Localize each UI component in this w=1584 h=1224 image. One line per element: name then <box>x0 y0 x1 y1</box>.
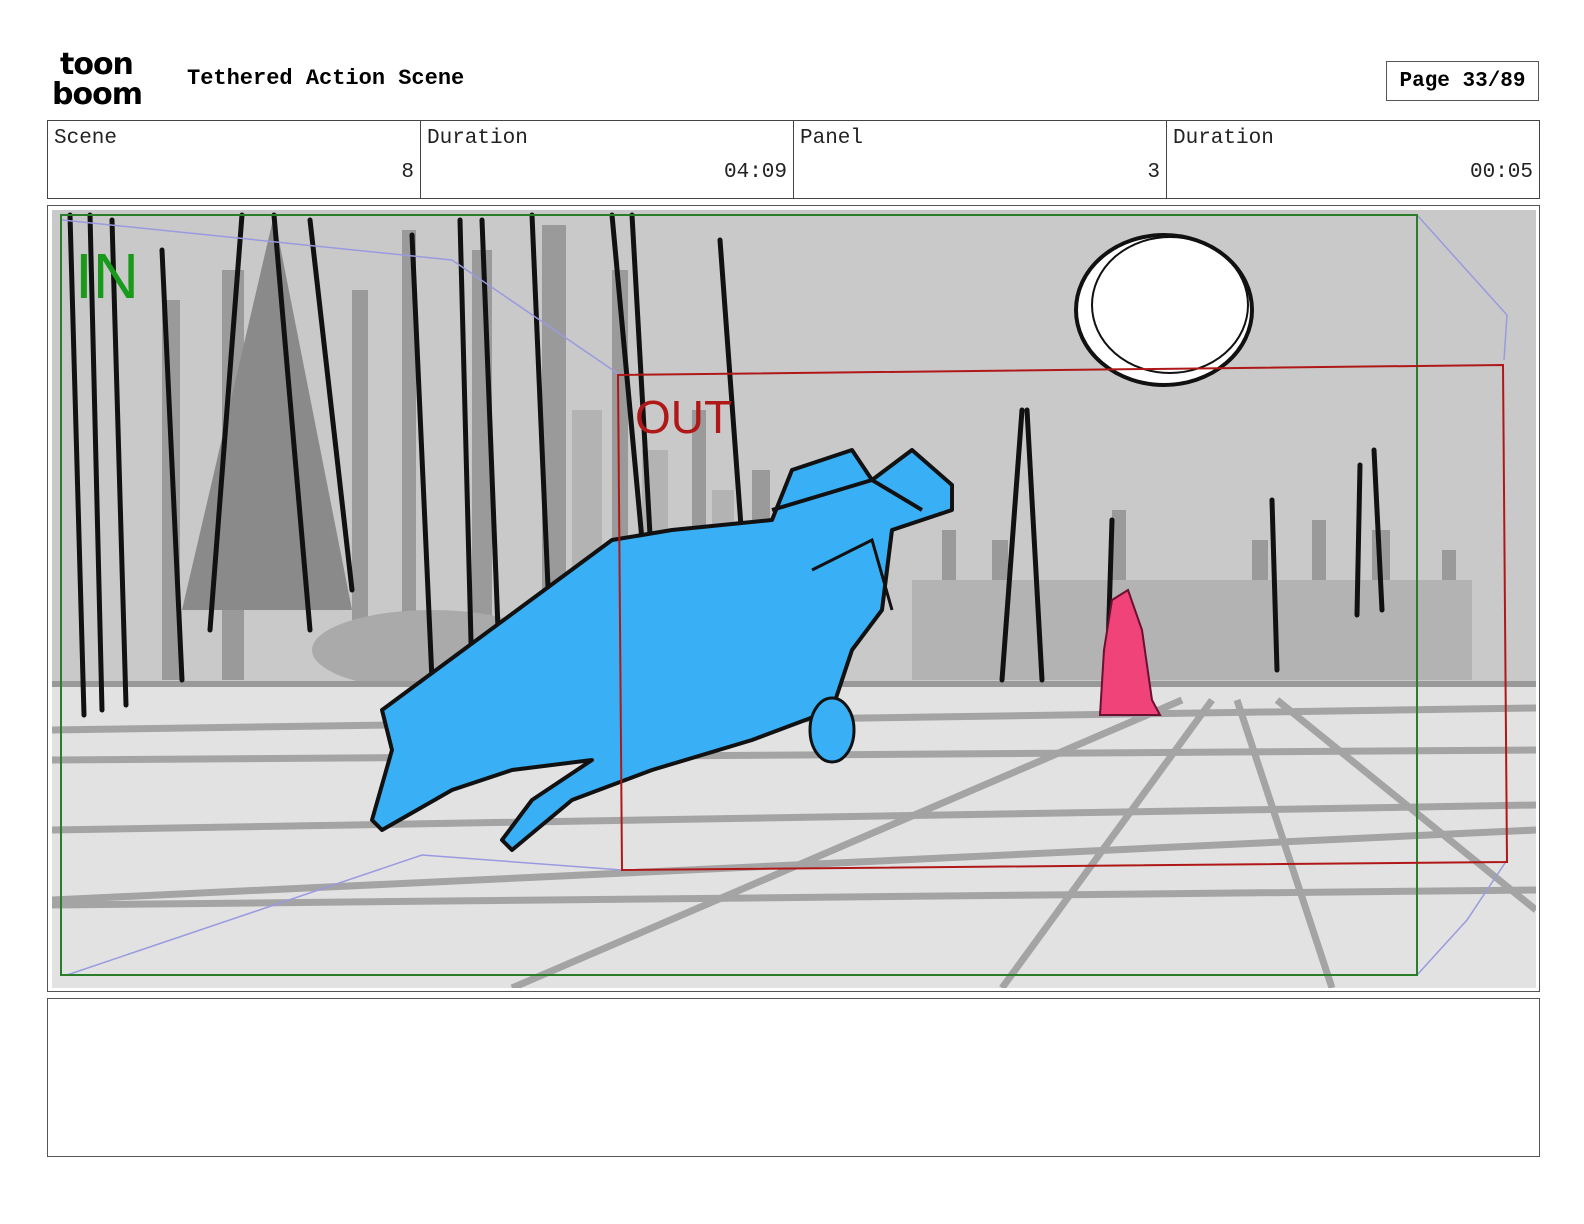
panel-duration-value: 00:05 <box>1469 161 1533 184</box>
panel-cell: Panel 3 <box>794 121 1167 198</box>
scene-info-bar: Scene 8 Duration 04:09 Panel 3 Duration … <box>47 120 1540 199</box>
page-indicator: Page 33/89 <box>1386 61 1539 101</box>
scene-duration-label: Duration <box>427 127 528 150</box>
panel-duration-cell: Duration 00:05 <box>1167 121 1539 198</box>
scene-duration-value: 04:09 <box>723 161 787 184</box>
logo-line-1: toon <box>60 47 134 82</box>
camera-out-label: OUT <box>635 391 733 443</box>
notes-box[interactable] <box>47 998 1540 1157</box>
project-title: Tethered Action Scene <box>187 66 465 91</box>
scene-cell: Scene 8 <box>48 121 421 198</box>
panel-value: 3 <box>1147 161 1160 184</box>
camera-in-label: IN <box>75 240 139 312</box>
scene-value: 8 <box>401 161 414 184</box>
storyboard-panel[interactable]: IN OUT <box>47 205 1540 992</box>
panel-duration-label: Duration <box>1173 127 1274 150</box>
panel-drawing <box>52 210 1536 988</box>
toon-boom-logo: toon boom <box>52 50 164 112</box>
scene-duration-cell: Duration 04:09 <box>421 121 794 198</box>
logo-line-2: boom <box>52 77 143 112</box>
panel-label: Panel <box>800 127 864 150</box>
scene-label: Scene <box>54 127 118 150</box>
